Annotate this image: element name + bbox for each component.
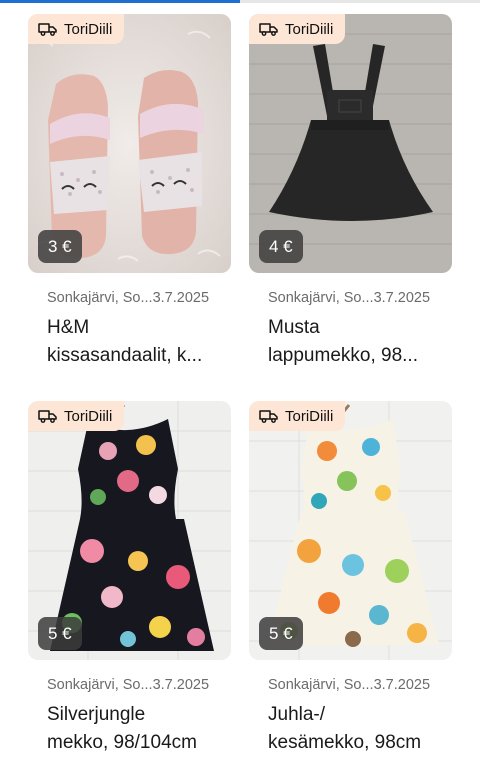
badge-label: ToriDiili <box>64 407 113 425</box>
price-tag: 5 € <box>38 617 82 650</box>
listing-title-line: lappumekko, 98... <box>268 345 418 366</box>
listing-location-date: Sonkajärvi, So...3.7.2025 <box>268 290 431 306</box>
listing-photo-sandals[interactable]: ToriDiili 3 € <box>28 14 231 273</box>
listing-location-date: Sonkajärvi, So...3.7.2025 <box>268 677 431 693</box>
listing-location-date: Sonkajärvi, So...3.7.2025 <box>47 677 210 693</box>
toridiili-badge: ToriDiili <box>28 14 125 44</box>
badge-label: ToriDiili <box>285 20 334 38</box>
toridiili-badge: ToriDiili <box>249 401 346 431</box>
delivery-truck-icon <box>38 410 57 423</box>
listing-card[interactable]: ToriDiili 4 € Sonkajärvi, So...3.7.2025 … <box>249 14 452 384</box>
price-tag: 5 € <box>259 617 303 650</box>
listing-title-line: kesämekko, 98cm <box>268 732 422 753</box>
price-tag: 4 € <box>259 230 303 263</box>
toridiili-badge: ToriDiili <box>28 401 125 431</box>
listing-title-line: Juhla-/ <box>268 704 326 725</box>
listing-title[interactable]: Juhla-/ kesämekko, 98cm <box>268 701 450 757</box>
listing-card[interactable]: ToriDiili 5 € Sonkajärvi, So...3.7.2025 … <box>28 401 231 771</box>
badge-label: ToriDiili <box>285 407 334 425</box>
listing-title[interactable]: Musta lappumekko, 98... <box>268 314 450 370</box>
listing-photo-black-floral-dress[interactable]: ToriDiili 5 € <box>28 401 231 660</box>
delivery-truck-icon <box>259 410 278 423</box>
listing-card[interactable]: ToriDiili 5 € Sonkajärvi, So...3.7.2025 … <box>249 401 452 771</box>
listing-photo-summer-dress[interactable]: ToriDiili 5 € <box>249 401 452 660</box>
listing-grid: ToriDiili 3 € Sonkajärvi, So...3.7.2025 … <box>0 0 480 762</box>
delivery-truck-icon <box>38 23 57 36</box>
delivery-truck-icon <box>259 23 278 36</box>
listing-title-line: Silverjungle <box>47 704 146 725</box>
badge-label: ToriDiili <box>64 20 113 38</box>
listing-title-line: Musta <box>268 317 320 338</box>
price-tag: 3 € <box>38 230 82 263</box>
listing-photo-pinafore[interactable]: ToriDiili 4 € <box>249 14 452 273</box>
listing-title[interactable]: H&M kissasandaalit, k... <box>47 314 229 370</box>
listing-title-line: mekko, 98/104cm <box>47 732 197 753</box>
listing-title-line: H&M <box>47 317 90 338</box>
listing-title-line: kissasandaalit, k... <box>47 345 203 366</box>
listing-title[interactable]: Silverjungle mekko, 98/104cm <box>47 701 229 757</box>
listing-card[interactable]: ToriDiili 3 € Sonkajärvi, So...3.7.2025 … <box>28 14 231 384</box>
toridiili-badge: ToriDiili <box>249 14 346 44</box>
listing-location-date: Sonkajärvi, So...3.7.2025 <box>47 290 210 306</box>
